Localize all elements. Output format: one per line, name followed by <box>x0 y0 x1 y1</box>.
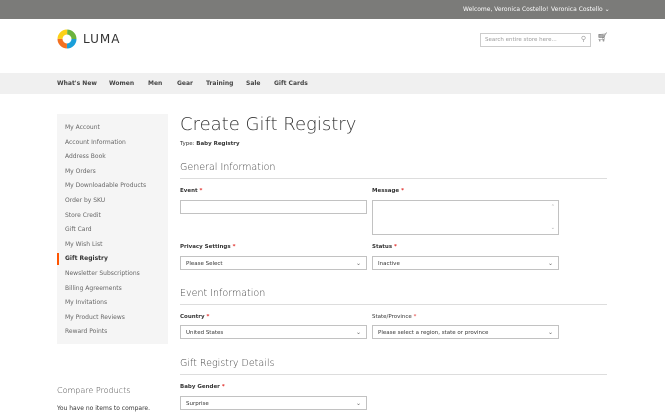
country-value: United States <box>186 330 224 336</box>
status-select[interactable]: Inactive ⌄ <box>372 256 559 270</box>
cart-icon[interactable]: 🛒︎ <box>597 33 608 43</box>
sidebar-item-order-by-sku[interactable]: Order by SKU <box>65 197 105 204</box>
type-value: Baby Registry <box>196 141 240 147</box>
state-label: State/Province * <box>372 314 417 320</box>
search-icon[interactable]: ⚲ <box>581 35 586 43</box>
chevron-down-icon: ⌄ <box>355 329 361 336</box>
status-label: Status * <box>372 244 397 250</box>
divider <box>180 178 607 179</box>
search-input[interactable]: Search entire store here... ⚲ <box>480 33 591 47</box>
sidebar-item-my-product-reviews[interactable]: My Product Reviews <box>65 314 125 321</box>
compare-title: Compare Products <box>57 386 131 395</box>
sidebar-item-gift-card[interactable]: Gift Card <box>65 226 92 233</box>
account-name: Veronica Costello <box>551 6 603 13</box>
event-label-text: Event <box>180 188 198 194</box>
logo-text: LUMA <box>83 32 121 46</box>
sidebar-item-gift-registry[interactable]: Gift Registry <box>65 255 108 262</box>
message-label-text: Message <box>372 188 400 194</box>
status-value: Inactive <box>378 261 400 267</box>
state-value: Please select a region, state or provinc… <box>378 330 489 336</box>
country-label: Country * <box>180 314 210 320</box>
sidebar-item-my-orders[interactable]: My Orders <box>65 168 96 175</box>
divider <box>180 304 607 305</box>
registry-type: Type: Baby Registry <box>180 141 240 147</box>
event-input[interactable] <box>180 200 367 214</box>
nav-men[interactable]: Men <box>148 80 162 87</box>
section-event: Event Information <box>180 288 266 299</box>
active-indicator <box>57 253 59 266</box>
message-textarea[interactable]: ⌃ ⌄ <box>372 200 559 235</box>
nav-sale[interactable]: Sale <box>246 80 261 87</box>
chevron-down-icon: ⌄ <box>604 6 610 13</box>
status-label-text: Status <box>372 244 393 250</box>
scroll-down-icon[interactable]: ⌄ <box>551 225 555 231</box>
privacy-select[interactable]: Please Select ⌄ <box>180 256 367 270</box>
nav-whats-new[interactable]: What's New <box>57 80 97 87</box>
luma-logo-icon <box>57 29 77 49</box>
sidebar-item-store-credit[interactable]: Store Credit <box>65 212 101 219</box>
event-label: Event * <box>180 188 203 194</box>
logo[interactable]: LUMA <box>57 29 119 53</box>
scroll-up-icon[interactable]: ⌃ <box>551 204 555 210</box>
sidebar-item-my-account[interactable]: My Account <box>65 124 100 131</box>
sidebar-item-newsletter-subscriptions[interactable]: Newsletter Subscriptions <box>65 270 140 277</box>
sidebar-item-reward-points[interactable]: Reward Points <box>65 328 107 335</box>
welcome-text: Welcome, Veronica Costello! <box>463 6 549 13</box>
sidebar-item-address-book[interactable]: Address Book <box>65 153 106 160</box>
divider <box>180 374 607 375</box>
section-details: Gift Registry Details <box>180 358 275 369</box>
nav-women[interactable]: Women <box>109 80 134 87</box>
chevron-down-icon: ⌄ <box>547 329 553 336</box>
account-menu[interactable]: Veronica Costello ⌄ <box>551 6 610 13</box>
country-select[interactable]: United States ⌄ <box>180 325 367 339</box>
type-label: Type: <box>180 141 195 147</box>
chevron-down-icon: ⌄ <box>547 260 553 267</box>
privacy-value: Please Select <box>186 261 223 267</box>
search-placeholder: Search entire store here... <box>485 37 557 43</box>
state-select[interactable]: Please select a region, state or provinc… <box>372 325 559 339</box>
privacy-label-text: Privacy Settings <box>180 244 231 250</box>
sidebar-item-my-invitations[interactable]: My Invitations <box>65 299 107 306</box>
state-label-text: State/Province <box>372 314 412 320</box>
top-bar: Welcome, Veronica Costello! Veronica Cos… <box>0 0 665 19</box>
main-nav: What's New Women Men Gear Training Sale … <box>0 73 665 94</box>
nav-training[interactable]: Training <box>206 80 233 87</box>
sidebar-item-my-wish-list[interactable]: My Wish List <box>65 241 102 248</box>
chevron-down-icon: ⌄ <box>355 400 361 407</box>
sidebar-item-account-information[interactable]: Account Information <box>65 139 126 146</box>
privacy-label: Privacy Settings * <box>180 244 236 250</box>
gender-label: Baby Gender * <box>180 384 225 390</box>
nav-gear[interactable]: Gear <box>177 80 193 87</box>
section-general: General Information <box>180 162 276 173</box>
sidebar-item-my-downloadable-products[interactable]: My Downloadable Products <box>65 182 146 189</box>
gender-label-text: Baby Gender <box>180 384 220 390</box>
compare-empty: You have no items to compare. <box>57 405 151 412</box>
sidebar-item-billing-agreements[interactable]: Billing Agreements <box>65 285 122 292</box>
account-sidebar: My Account Account Information Address Boo… <box>57 114 168 344</box>
chevron-down-icon: ⌄ <box>355 260 361 267</box>
nav-gift-cards[interactable]: Gift Cards <box>274 80 308 87</box>
country-label-text: Country <box>180 314 205 320</box>
gender-value: Surprise <box>186 401 209 407</box>
message-label: Message * <box>372 188 404 194</box>
page-title: Create Gift Registry <box>180 114 357 135</box>
gender-select[interactable]: Surprise ⌄ <box>180 396 367 410</box>
